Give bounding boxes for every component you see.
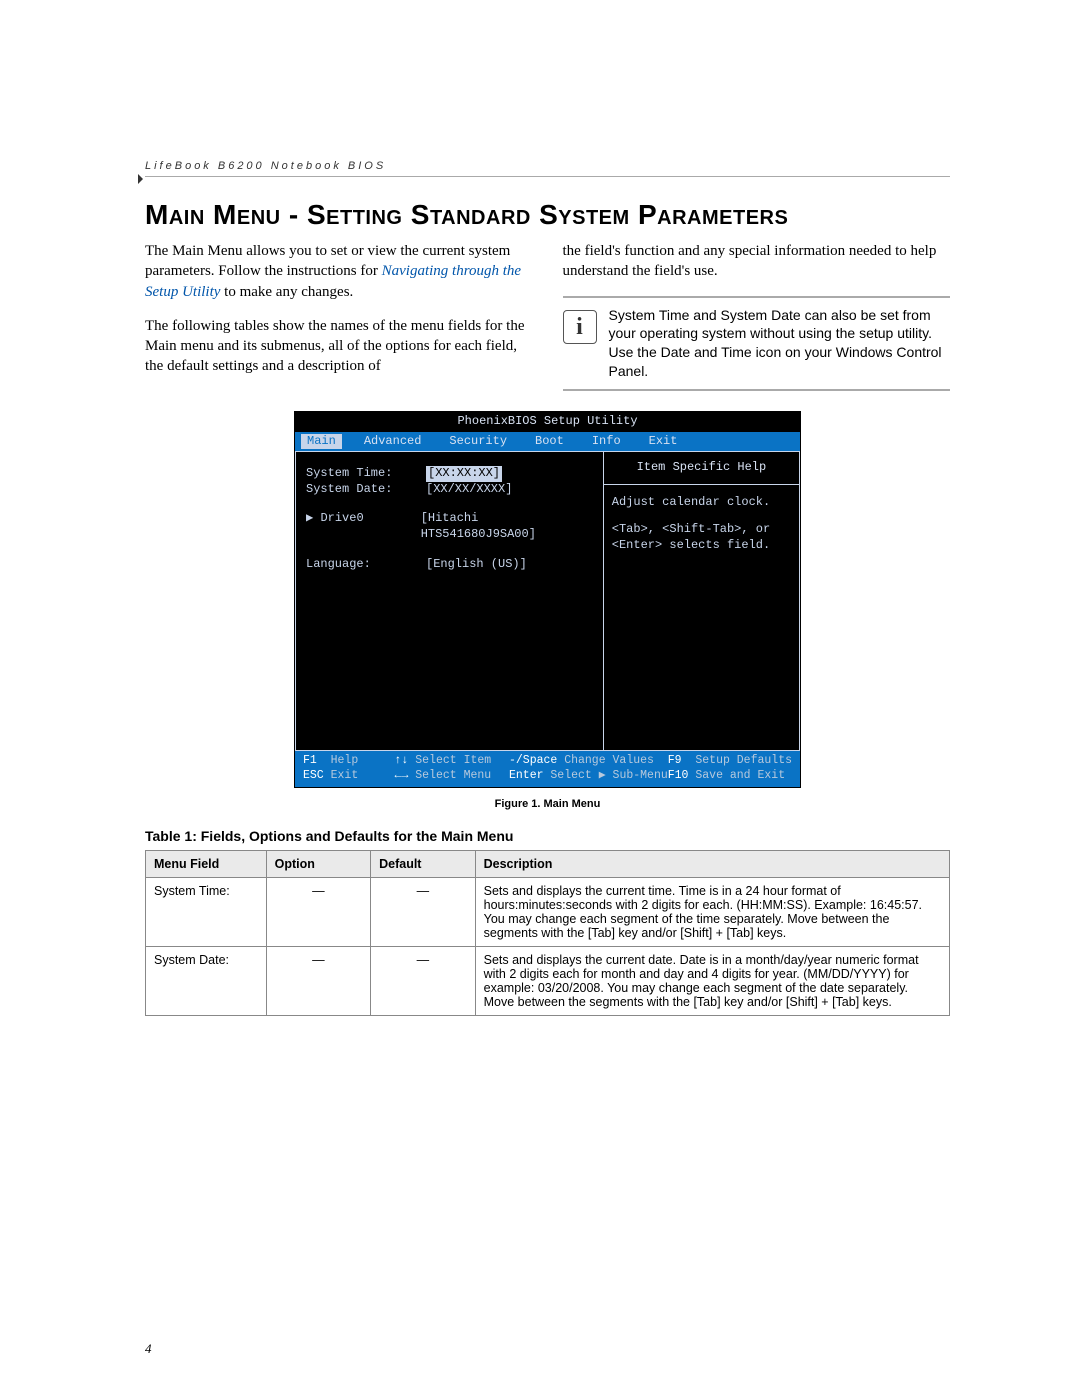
cell-description: Sets and displays the current date. Date… [475,947,949,1016]
foot-setup-defaults: Setup Defaults [695,754,792,767]
key-esc: ESC [303,769,324,782]
bios-system-date-value[interactable]: [XX/XX/XXXX] [426,482,512,498]
cell-field: System Time: [146,878,267,947]
bios-help-line2: <Tab>, <Shift-Tab>, or <Enter> selects f… [612,522,791,553]
info-icon: i [563,310,597,344]
triangle-right-icon: ▶ [306,511,320,525]
cell-default: — [371,878,476,947]
info-text: System Time and System Date can also be … [609,306,951,382]
col-menu-field: Menu Field [146,851,267,878]
bios-tab-exit[interactable]: Exit [635,434,692,450]
cell-option: — [266,878,371,947]
bios-screenshot: PhoenixBIOS Setup Utility Main Advanced … [294,411,801,788]
foot-select-submenu: Select ▶ Sub-Menu [550,769,667,782]
key-enter: Enter [509,769,544,782]
table-caption: Table 1: Fields, Options and Defaults fo… [145,828,950,844]
foot-select-item: Select Item [415,754,491,767]
cell-option: — [266,947,371,1016]
arrows-leftright-icon: ←→ [395,769,409,782]
arrows-updown-icon: ↑↓ [395,754,409,767]
bios-title: PhoenixBIOS Setup Utility [295,412,800,432]
bios-system-time-label: System Time: [306,466,426,482]
info-box: i System Time and System Date can also b… [563,296,951,392]
page-header: LifeBook B6200 Notebook BIOS [145,160,950,177]
bios-main-panel: System Time: [XX:XX:XX] System Date: [XX… [295,451,603,751]
bios-language-value[interactable]: [English (US)] [426,557,527,573]
bios-drive0-value: [Hitachi HTS541680J9SA00] [421,511,593,542]
intro-text: to make any changes. [224,284,353,300]
table-row: System Date: — — Sets and displays the c… [146,947,950,1016]
cell-default: — [371,947,476,1016]
foot-save-exit: Save and Exit [695,769,785,782]
bios-drive0-label[interactable]: ▶ Drive0 [306,511,421,542]
bios-menubar: Main Advanced Security Boot Info Exit [295,432,800,452]
key-f9: F9 [668,754,682,767]
page-title: Main Menu - Setting Standard System Para… [145,199,950,231]
key-f1: F1 [303,754,317,767]
cell-description: Sets and displays the current time. Time… [475,878,949,947]
intro-para-3: the field's function and any special inf… [563,241,951,282]
bios-footer: F1 Help ↑↓ Select Item -/Space Change Va… [295,751,800,787]
bios-system-time-value[interactable]: [XX:XX:XX] [426,466,502,482]
bios-tab-main[interactable]: Main [301,434,342,450]
col-description: Description [475,851,949,878]
bios-tab-boot[interactable]: Boot [521,434,578,450]
intro-columns: The Main Menu allows you to set or view … [145,241,950,391]
cell-field: System Date: [146,947,267,1016]
col-default: Default [371,851,476,878]
page-number: 4 [145,1341,152,1357]
bios-tab-security[interactable]: Security [435,434,521,450]
foot-exit: Exit [331,769,359,782]
foot-change-values: Change Values [564,754,654,767]
intro-para-1: The Main Menu allows you to set or view … [145,241,533,302]
bios-tab-info[interactable]: Info [578,434,635,450]
fields-table: Menu Field Option Default Description Sy… [145,850,950,1016]
figure-caption: Figure 1. Main Menu [145,798,950,810]
bios-help-line1: Adjust calendar clock. [612,495,791,511]
col-option: Option [266,851,371,878]
key-f10: F10 [668,769,689,782]
intro-para-2: The following tables show the names of t… [145,316,533,377]
bios-tab-advanced[interactable]: Advanced [350,434,436,450]
table-row: System Time: — — Sets and displays the c… [146,878,950,947]
key-space: -/Space [509,754,557,767]
foot-select-menu: Select Menu [415,769,491,782]
bios-system-date-label: System Date: [306,482,426,498]
bios-language-label: Language: [306,557,426,573]
foot-help: Help [331,754,359,767]
bios-help-panel: Item Specific Help Adjust calendar clock… [603,451,800,751]
bios-help-title: Item Specific Help [604,452,799,485]
